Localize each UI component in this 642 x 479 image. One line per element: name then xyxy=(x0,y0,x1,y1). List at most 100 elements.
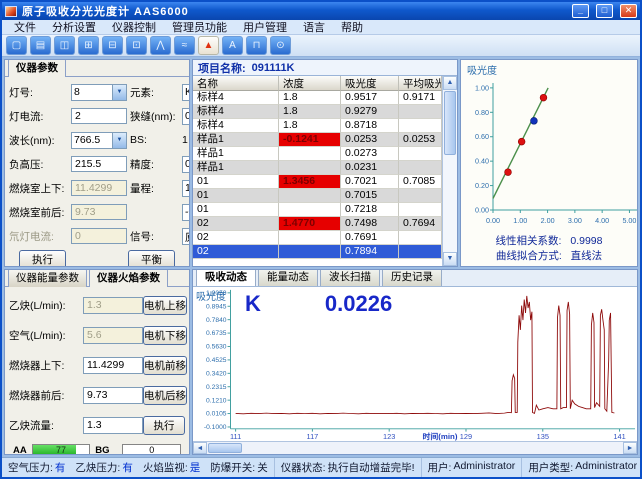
element-select[interactable]: K▼ xyxy=(182,84,190,101)
dynamic-tab[interactable]: 吸收动态 xyxy=(196,269,256,286)
motor-back-button[interactable]: 电机后移 xyxy=(143,386,187,405)
table-scrollbar[interactable]: ▲ ▼ xyxy=(442,76,457,266)
svg-text:1.00: 1.00 xyxy=(475,83,489,92)
c2h2-input xyxy=(83,297,143,314)
svg-text:0.0105: 0.0105 xyxy=(206,411,227,418)
svg-text:时间(min): 时间(min) xyxy=(422,431,457,441)
peak-profile-icon[interactable]: ⋀ xyxy=(150,36,171,55)
gain-meter-icon[interactable]: ⊡ xyxy=(126,36,147,55)
lamp-current-input[interactable] xyxy=(71,108,127,124)
chart-scrollbar[interactable]: ◄ ► xyxy=(193,441,637,454)
toolbar-glyph: ⋀ xyxy=(156,40,164,51)
autosampler-icon[interactable]: A xyxy=(222,36,243,55)
menu-item[interactable]: 用户管理 xyxy=(235,19,295,35)
menu-item[interactable]: 分析设置 xyxy=(44,19,104,35)
motor-up-button[interactable]: 电机上移 xyxy=(143,296,187,315)
slit-select[interactable]: 0.2▼ xyxy=(182,108,190,125)
table-row[interactable]: 01 0.7218 xyxy=(193,203,442,217)
flame-panel-tab[interactable]: 仪器能量参数 xyxy=(8,269,87,287)
range-select[interactable]: 1.0050▼ xyxy=(182,180,190,197)
open-project-icon[interactable]: ▤ xyxy=(30,36,51,55)
minimize-button[interactable]: _ xyxy=(572,4,589,18)
table-row[interactable]: 标样4 1.8 0.9517 0.9171 xyxy=(193,91,442,105)
scrollbar-thumb[interactable] xyxy=(208,443,242,453)
menu-item[interactable]: 帮助 xyxy=(333,19,371,35)
svg-text:0.00: 0.00 xyxy=(475,206,489,215)
signal-select[interactable]: 原吸▼ xyxy=(182,228,190,245)
tab-instrument-params[interactable]: 仪器参数 xyxy=(8,59,66,77)
motor-forward-button[interactable]: 电机前移 xyxy=(143,356,187,375)
table-row[interactable]: 样品1 0.0273 xyxy=(193,147,442,161)
cell-avg-absorbance xyxy=(399,105,442,119)
table-row[interactable]: 样品1 -0.1241 0.0253 0.0253 xyxy=(193,133,442,147)
scrollbar-thumb[interactable] xyxy=(444,91,456,155)
wavelength-label: 波长(nm): xyxy=(9,133,71,148)
execute-button[interactable]: 执行 xyxy=(19,250,66,267)
col-name[interactable]: 名称 xyxy=(193,76,279,91)
energy-meter-icon[interactable]: ⊟ xyxy=(102,36,123,55)
instrument-icon[interactable]: ⊓ xyxy=(246,36,267,55)
menu-item[interactable]: 管理员功能 xyxy=(164,19,235,35)
table-row[interactable]: 标样4 1.8 0.9279 xyxy=(193,105,442,119)
results-panel: 项目名称: 091111K 名称 浓度 吸光度 平均吸光度 标样4 xyxy=(192,59,458,267)
c2h2-flow-input[interactable] xyxy=(83,417,143,434)
table-row[interactable]: 样品1 0.0231 xyxy=(193,161,442,175)
toolbar: ▢ ▤ ◫ ⊞ ⊟ ⊡ ⋀ xyxy=(2,35,640,57)
scroll-up-icon[interactable]: ▲ xyxy=(443,76,457,90)
bs-value: 1 xyxy=(182,134,188,146)
maximize-button[interactable]: □ xyxy=(596,4,613,18)
col-concentration[interactable]: 浓度 xyxy=(279,76,341,91)
new-file-icon[interactable]: ▢ xyxy=(6,36,27,55)
wavelength-select[interactable]: 766.5▼ xyxy=(71,132,127,149)
cell-name: 02 xyxy=(193,245,279,259)
flame-panel-tab[interactable]: 仪器火焰参数 xyxy=(89,269,168,287)
power-icon[interactable]: ⊙ xyxy=(270,36,291,55)
toolbar-glyph: ⊡ xyxy=(132,40,140,51)
col-avg-absorbance[interactable]: 平均吸光度 xyxy=(399,76,442,91)
table-row[interactable]: 02 1.4770 0.7498 0.7694 xyxy=(193,217,442,231)
table-row[interactable]: 02 0.7894 xyxy=(193,245,442,259)
menu-bar: 文件分析设置仪器控制管理员功能用户管理语言帮助 xyxy=(2,20,640,35)
lamp-panel-icon[interactable]: ⊞ xyxy=(78,36,99,55)
flame-execute-button[interactable]: 执行 xyxy=(143,416,185,435)
dynamic-tab[interactable]: 波长扫描 xyxy=(320,269,380,286)
precision-select[interactable]: 0.0000▼ xyxy=(182,156,190,173)
col-absorbance[interactable]: 吸光度 xyxy=(341,76,399,91)
menu-item[interactable]: 仪器控制 xyxy=(104,19,164,35)
close-button[interactable]: ✕ xyxy=(620,4,637,18)
menu-item[interactable]: 语言 xyxy=(295,19,333,35)
dynamic-tab[interactable]: 能量动态 xyxy=(258,269,318,286)
neg-hv-input[interactable] xyxy=(71,156,127,172)
flame-icon[interactable]: ▲ xyxy=(198,36,219,55)
burner-ud2-input[interactable] xyxy=(83,357,143,374)
cell-absorbance: 0.7218 xyxy=(341,203,399,217)
cell-absorbance: 0.9279 xyxy=(341,105,399,119)
table-row[interactable]: 01 0.7015 xyxy=(193,189,442,203)
cell-concentration xyxy=(279,147,341,161)
svg-text:111: 111 xyxy=(230,432,241,441)
dynamic-tab[interactable]: 历史记录 xyxy=(382,269,442,286)
balance-button[interactable]: 平衡 xyxy=(128,250,175,267)
instrument-params-panel: 仪器参数 灯号: 8▼ 元素: K▼ 灯电流: 狭缝(nm): 0.2▼ 波长(… xyxy=(4,59,190,267)
scroll-right-icon[interactable]: ► xyxy=(623,442,637,454)
table-row[interactable]: 标样4 1.8 0.8718 xyxy=(193,119,442,133)
motor-down-button[interactable]: 电机下移 xyxy=(143,326,187,345)
cell-avg-absorbance: 0.0253 xyxy=(399,133,442,147)
cell-concentration xyxy=(279,245,341,259)
absorbance-time-chart: 吸光度 K 0.0226 1.00500.89450.78400.67350.5… xyxy=(193,287,637,441)
lamp-no-select[interactable]: 8▼ xyxy=(71,84,127,101)
cell-absorbance: 0.0273 xyxy=(341,147,399,161)
save-icon[interactable]: ◫ xyxy=(54,36,75,55)
explosion-switch-value: 关 xyxy=(257,460,268,475)
wavelength-scan-icon[interactable]: ≈ xyxy=(174,36,195,55)
scroll-down-icon[interactable]: ▼ xyxy=(443,252,457,266)
menu-item[interactable]: 文件 xyxy=(6,19,44,35)
scroll-left-icon[interactable]: ◄ xyxy=(193,442,207,454)
table-row[interactable]: 01 1.3456 0.7021 0.7085 xyxy=(193,175,442,189)
burner-fb2-input[interactable] xyxy=(83,387,143,404)
cell-name: 标样4 xyxy=(193,91,279,105)
table-row[interactable]: 02 0.7691 xyxy=(193,231,442,245)
svg-text:3.00: 3.00 xyxy=(568,216,582,225)
svg-text:117: 117 xyxy=(307,432,319,441)
range2-select[interactable]: -0.1000▼ xyxy=(182,204,190,221)
